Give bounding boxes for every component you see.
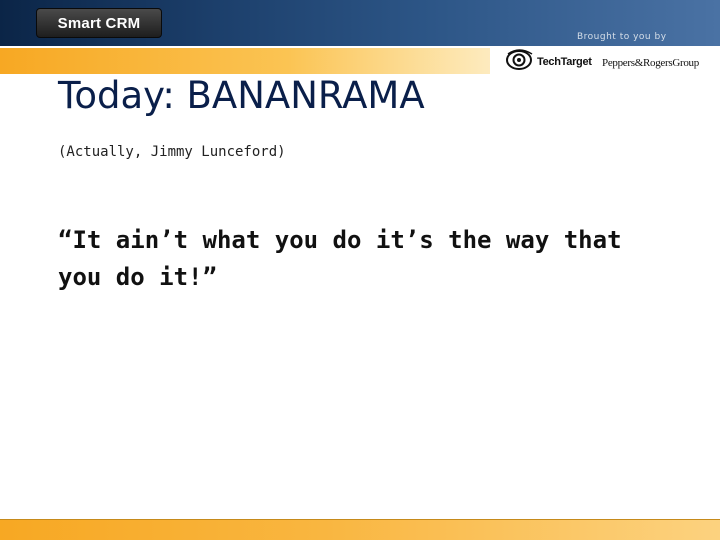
techtarget-logo: TechTarget (537, 56, 592, 68)
slide-title: Today: BANANRAMA (58, 74, 425, 117)
peppers-rogers-logo: Peppers&RogersGroup (602, 57, 699, 69)
smart-crm-logo: Smart CRM (36, 8, 162, 38)
slide-quote: “It ain’t what you do it’s the way that … (58, 226, 622, 291)
logo-text: Smart CRM (57, 14, 141, 32)
brought-to-you-by-label: Brought to you by (577, 32, 667, 42)
eye-icon (506, 49, 533, 70)
footer-accent-stripe (0, 519, 720, 540)
slide-subtitle: (Actually, Jimmy Lunceford) (58, 144, 286, 160)
